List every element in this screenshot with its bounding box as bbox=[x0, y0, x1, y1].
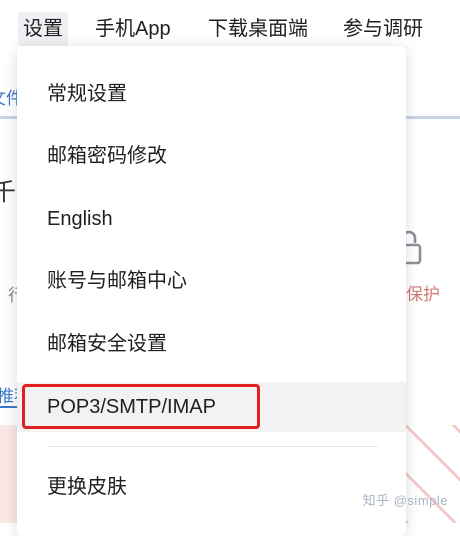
menu-security-settings[interactable]: 邮箱安全设置 bbox=[17, 319, 406, 369]
menu-change-skin[interactable]: 更换皮肤 bbox=[17, 462, 406, 512]
settings-dropdown-menu: 常规设置 邮箱密码修改 English 账号与邮箱中心 邮箱安全设置 POP3/… bbox=[17, 46, 406, 536]
bg-tab-underline bbox=[0, 406, 18, 408]
nav-settings[interactable]: 设置 bbox=[18, 12, 68, 46]
watermark: 知乎 @simple bbox=[362, 493, 448, 508]
bg-protect-label: 保护 bbox=[406, 285, 440, 304]
menu-general-settings[interactable]: 常规设置 bbox=[17, 69, 406, 119]
nav-download-desktop[interactable]: 下载桌面端 bbox=[203, 12, 313, 46]
menu-pop3-smtp-imap[interactable]: POP3/SMTP/IMAP bbox=[17, 382, 406, 432]
menu-divider bbox=[47, 446, 378, 447]
menu-account-center[interactable]: 账号与邮箱中心 bbox=[17, 256, 406, 306]
menu-english[interactable]: English bbox=[17, 194, 406, 244]
bg-text-fragment: 千 bbox=[0, 179, 16, 206]
nav-mobile-app[interactable]: 手机App bbox=[90, 12, 176, 46]
nav-survey[interactable]: 参与调研 bbox=[338, 12, 428, 46]
bg-pink-panel bbox=[0, 425, 18, 523]
menu-change-password[interactable]: 邮箱密码修改 bbox=[17, 131, 406, 181]
